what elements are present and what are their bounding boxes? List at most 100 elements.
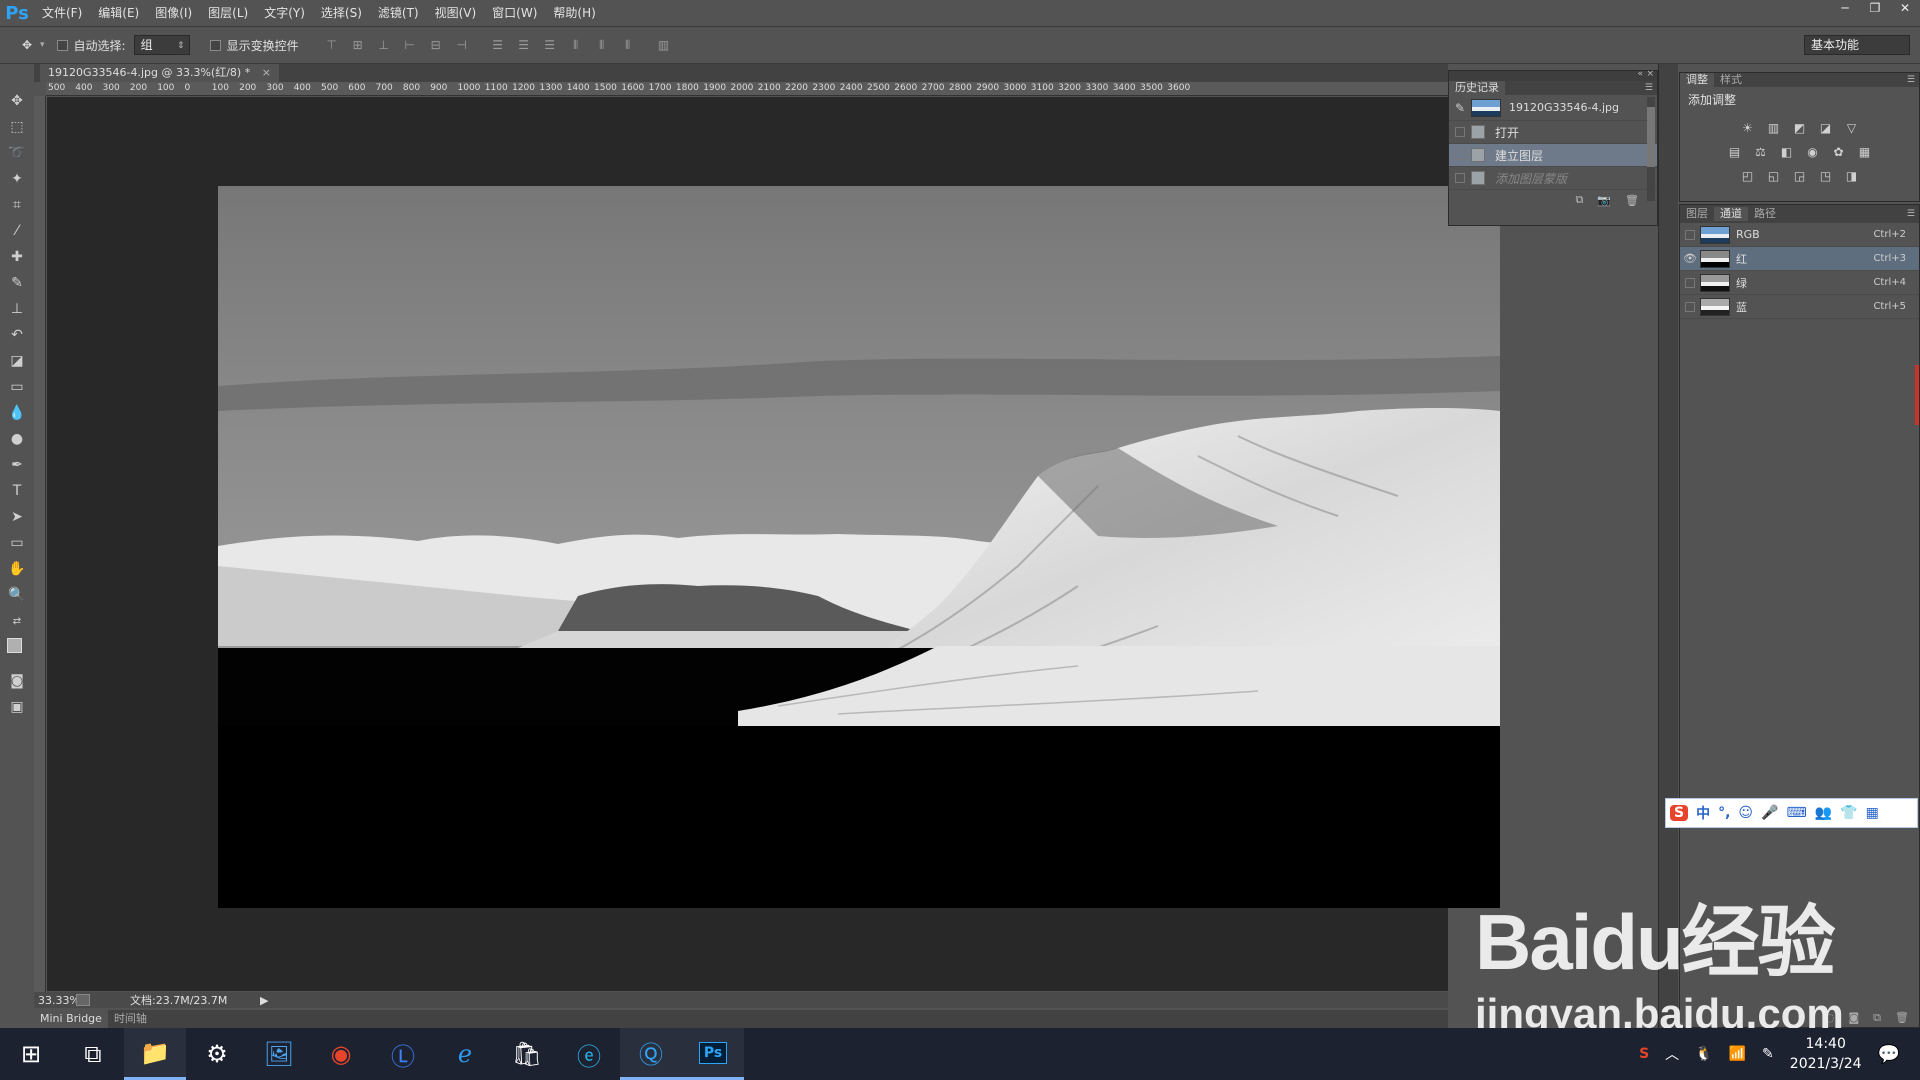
ime-item[interactable]: ☺ bbox=[1738, 805, 1753, 821]
adjustment-icon[interactable]: ◳ bbox=[1818, 168, 1834, 184]
tab-layers[interactable]: 图层 bbox=[1680, 207, 1714, 221]
network-icon[interactable]: 📶 bbox=[1729, 1046, 1746, 1062]
panel-menu-icon[interactable]: ☰ bbox=[1645, 83, 1653, 93]
ime-item[interactable]: ▦ bbox=[1866, 805, 1879, 821]
close-tab-icon[interactable]: × bbox=[262, 66, 271, 79]
tab-history[interactable]: 历史记录 bbox=[1449, 81, 1505, 95]
adjustment-icon[interactable]: ▽ bbox=[1844, 120, 1860, 136]
history-item-checkbox[interactable] bbox=[1449, 173, 1471, 183]
ime-item[interactable]: 中 bbox=[1696, 803, 1710, 823]
eye-icon[interactable]: 👁 bbox=[1680, 252, 1700, 265]
pen-tray-icon[interactable]: ✎ bbox=[1762, 1046, 1774, 1062]
align-right-icon[interactable]: ⊣ bbox=[454, 37, 470, 53]
adjustment-icon[interactable]: ◲ bbox=[1792, 168, 1808, 184]
history-brush-tool-icon[interactable]: ↶ bbox=[0, 322, 34, 348]
store-icon[interactable]: 🛍 bbox=[496, 1028, 558, 1080]
move-tool-icon[interactable]: ✥ bbox=[0, 88, 34, 114]
adjustment-icon[interactable]: ▥ bbox=[1766, 120, 1782, 136]
screen-mode-icon[interactable]: ▣ bbox=[0, 694, 34, 720]
ime-item[interactable]: 🎤 bbox=[1761, 805, 1778, 821]
history-scrollbar[interactable] bbox=[1647, 97, 1655, 201]
history-item[interactable]: 添加图层蒙版 bbox=[1449, 167, 1657, 190]
eyedropper-tool-icon[interactable]: ⁄ bbox=[0, 218, 34, 244]
history-item-checkbox[interactable] bbox=[1449, 150, 1471, 160]
crop-tool-icon[interactable]: ⌗ bbox=[0, 192, 34, 218]
magic-wand-tool-icon[interactable]: ✦ bbox=[0, 166, 34, 192]
status-menu-arrow-icon[interactable]: ▶ bbox=[260, 994, 268, 1007]
action-center-icon[interactable]: 💬 bbox=[1878, 1044, 1900, 1065]
task-view-icon[interactable]: ⧉ bbox=[62, 1028, 124, 1080]
tab-paths[interactable]: 路径 bbox=[1748, 207, 1782, 221]
photos-icon[interactable]: 🖼 bbox=[248, 1028, 310, 1080]
visibility-toggle[interactable] bbox=[1680, 301, 1700, 312]
blur-tool-icon[interactable]: 💧 bbox=[0, 400, 34, 426]
l-app-icon[interactable]: Ⓛ bbox=[372, 1028, 434, 1080]
menu-item-4[interactable]: 文字(Y) bbox=[256, 0, 313, 26]
adjustment-icon[interactable]: ◰ bbox=[1740, 168, 1756, 184]
workspace-dropdown[interactable]: 基本功能 bbox=[1804, 35, 1910, 55]
panel-menu-icon[interactable]: ☰ bbox=[1907, 75, 1915, 85]
settings-icon[interactable]: ⚙ bbox=[186, 1028, 248, 1080]
align-vcenter-icon[interactable]: ⊞ bbox=[350, 37, 366, 53]
auto-select-dropdown[interactable]: 组 bbox=[133, 35, 190, 55]
ime-item[interactable]: ⌨ bbox=[1786, 805, 1806, 821]
history-snapshot[interactable]: ✎ 19120G33546-4.jpg bbox=[1449, 95, 1657, 121]
ime-item[interactable]: 👕 bbox=[1840, 805, 1857, 821]
photoshop-icon[interactable]: Ps bbox=[682, 1028, 744, 1080]
align-bottom-icon[interactable]: ⊥ bbox=[376, 37, 392, 53]
ime-item[interactable]: 👥 bbox=[1815, 805, 1832, 821]
distribute-right-icon[interactable]: ⫴ bbox=[620, 37, 636, 53]
ime-item[interactable]: °, bbox=[1718, 805, 1730, 821]
tab-adjustments[interactable]: 调整 bbox=[1680, 73, 1714, 87]
foreground-color-swatch[interactable] bbox=[7, 638, 22, 653]
menu-item-7[interactable]: 视图(V) bbox=[427, 0, 485, 26]
menu-item-2[interactable]: 图像(I) bbox=[147, 0, 200, 26]
show-transform-checkbox[interactable] bbox=[209, 39, 221, 51]
clock[interactable]: 14:40 2021/3/24 bbox=[1790, 1034, 1862, 1074]
document-tab[interactable]: 19120G33546-4.jpg @ 33.3%(红/8) * × bbox=[40, 64, 279, 82]
visibility-toggle[interactable] bbox=[1680, 229, 1700, 240]
adjustment-icon[interactable]: ▦ bbox=[1857, 144, 1873, 160]
auto-align-icon[interactable]: ▥ bbox=[656, 37, 672, 53]
collapse-icon[interactable]: « bbox=[1637, 69, 1643, 79]
history-item-checkbox[interactable] bbox=[1449, 127, 1471, 137]
qq-tray-icon[interactable]: 🐧 bbox=[1695, 1046, 1712, 1062]
brush-source-icon[interactable]: ✎ bbox=[1449, 101, 1471, 115]
new-snapshot-icon[interactable]: 📷 bbox=[1597, 194, 1611, 207]
adjustment-icon[interactable]: ☀ bbox=[1740, 120, 1756, 136]
start-icon[interactable]: ⊞ bbox=[0, 1028, 62, 1080]
clone-stamp-tool-icon[interactable]: ⊥ bbox=[0, 296, 34, 322]
menu-item-0[interactable]: 文件(F) bbox=[34, 0, 90, 26]
menu-item-3[interactable]: 图层(L) bbox=[200, 0, 256, 26]
channel-row[interactable]: 👁 红 Ctrl+3 bbox=[1680, 247, 1919, 271]
adjustment-icon[interactable]: ✿ bbox=[1831, 144, 1847, 160]
swap-colors-icon[interactable]: ⇄ bbox=[0, 608, 34, 634]
history-item[interactable]: 建立图层 bbox=[1449, 144, 1657, 167]
channel-row[interactable]: 绿 Ctrl+4 bbox=[1680, 271, 1919, 295]
chrome-icon[interactable]: ◉ bbox=[310, 1028, 372, 1080]
auto-select-checkbox[interactable] bbox=[56, 39, 68, 51]
menu-item-8[interactable]: 窗口(W) bbox=[484, 0, 545, 26]
distribute-vcenter-icon[interactable]: ☰ bbox=[516, 37, 532, 53]
status-info-icon[interactable] bbox=[76, 994, 90, 1006]
gradient-tool-icon[interactable]: ▭ bbox=[0, 374, 34, 400]
delete-state-icon[interactable]: 🗑 bbox=[1625, 194, 1639, 207]
edge-icon[interactable]: ⓔ bbox=[558, 1028, 620, 1080]
visibility-toggle[interactable] bbox=[1680, 277, 1700, 288]
tab-mini-bridge[interactable]: Mini Bridge bbox=[34, 1010, 108, 1028]
restore-button[interactable]: ❐ bbox=[1860, 0, 1890, 18]
align-left-icon[interactable]: ⊢ bbox=[402, 37, 418, 53]
ime-item[interactable]: S bbox=[1670, 805, 1689, 821]
adjustment-icon[interactable]: ⚖ bbox=[1753, 144, 1769, 160]
tab-styles[interactable]: 样式 bbox=[1714, 73, 1748, 87]
marquee-tool-icon[interactable]: ⬚ bbox=[0, 114, 34, 140]
align-top-icon[interactable]: ⊤ bbox=[324, 37, 340, 53]
hand-tool-icon[interactable]: ✋ bbox=[0, 556, 34, 582]
distribute-bottom-icon[interactable]: ☰ bbox=[542, 37, 558, 53]
sogou-tray-icon[interactable]: S bbox=[1639, 1046, 1649, 1062]
adjustment-icon[interactable]: ◨ bbox=[1844, 168, 1860, 184]
close-button[interactable]: ✕ bbox=[1890, 0, 1920, 18]
color-swatches[interactable] bbox=[0, 634, 34, 668]
distribute-top-icon[interactable]: ☰ bbox=[490, 37, 506, 53]
document-image[interactable] bbox=[218, 186, 1500, 908]
